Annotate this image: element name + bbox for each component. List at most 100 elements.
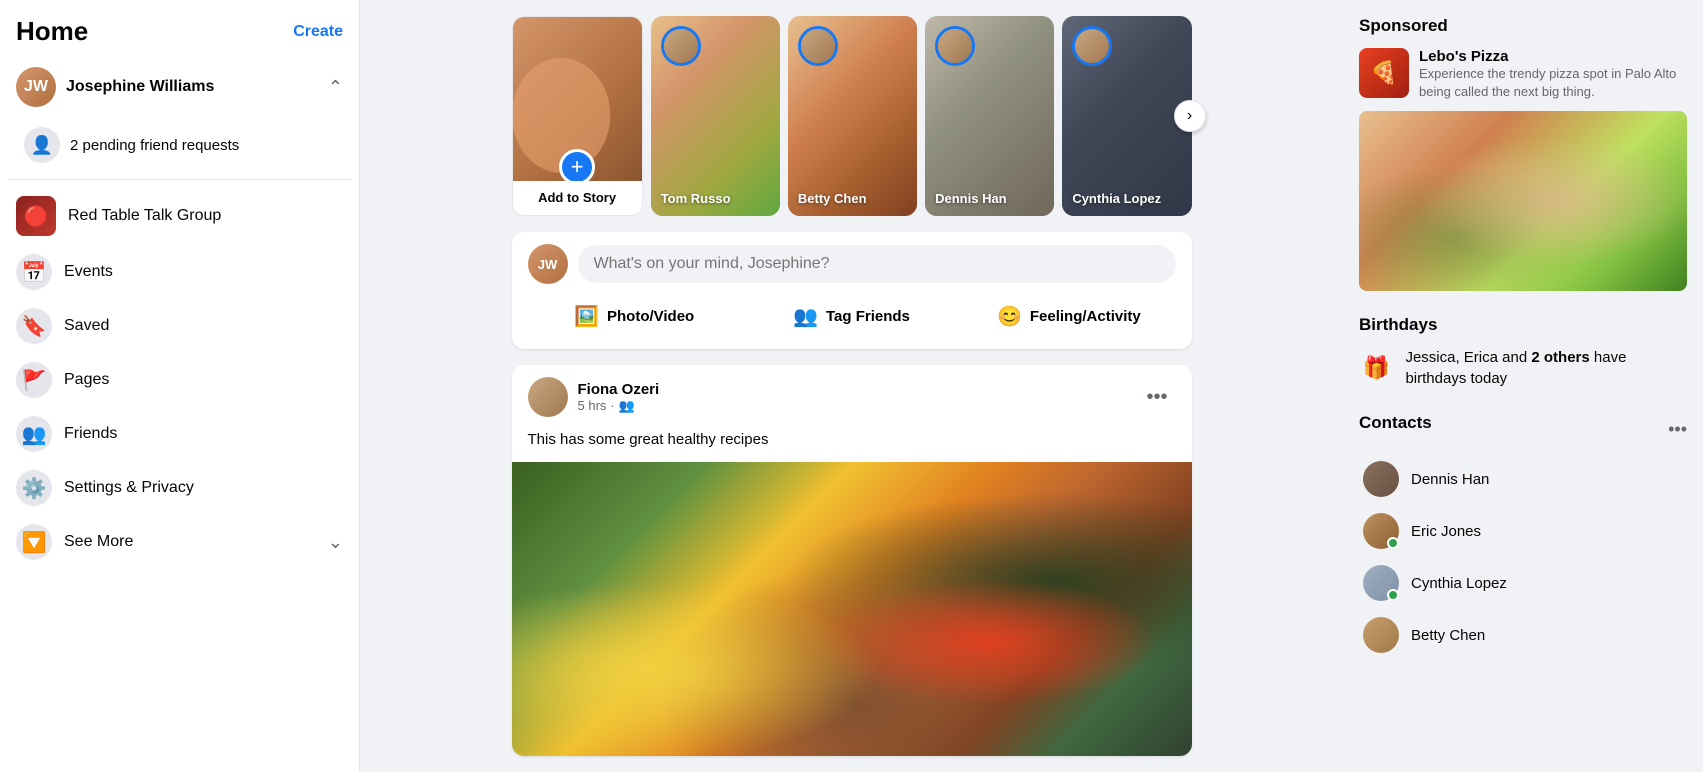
contacts-more-button[interactable]: ••• (1668, 419, 1687, 440)
story-card-dennis-han[interactable]: Dennis Han (925, 16, 1054, 216)
contact-item-betty-chen[interactable]: Betty Chen (1359, 609, 1687, 661)
sponsored-section: Sponsored 🍕 Lebo's Pizza Experience the … (1359, 16, 1687, 291)
contact-item-cynthia-lopez[interactable]: Cynthia Lopez (1359, 557, 1687, 609)
feeling-icon: 😊 (997, 304, 1022, 329)
contact-name: Eric Jones (1411, 523, 1481, 540)
post-author-avatar (528, 377, 568, 417)
audience-icon: 👥 (619, 398, 635, 414)
sidebar-item-label: Events (64, 263, 113, 281)
sidebar-divider (8, 179, 351, 180)
sidebar-user-profile[interactable]: JW Josephine Williams ⌃ (8, 59, 351, 115)
sponsor-logo: 🍕 (1359, 48, 1409, 98)
tag-friends-icon: 👥 (793, 304, 818, 329)
birthday-text: Jessica, Erica and 2 others have birthda… (1405, 347, 1687, 389)
pages-icon: 🚩 (16, 362, 52, 398)
friend-request-icon: 👤 (24, 127, 60, 163)
sidebar-item-friends[interactable]: 👥 Friends (8, 408, 351, 460)
sidebar-item-see-more[interactable]: 🔽 See More ⌄ (8, 516, 351, 568)
story-avatar (935, 26, 975, 66)
contacts-title: Contacts (1359, 413, 1432, 433)
right-sidebar: Sponsored 🍕 Lebo's Pizza Experience the … (1343, 0, 1703, 772)
sidebar-item-label: Pages (64, 371, 109, 389)
tag-friends-button[interactable]: 👥 Tag Friends (745, 296, 958, 337)
sponsor-description: Experience the trendy pizza spot in Palo… (1419, 65, 1687, 101)
stories-container: + Add to Story Tom Russo Betty Chen Denn… (512, 16, 1192, 216)
sidebar-item-label: See More (64, 533, 133, 551)
sidebar-item-label: Settings & Privacy (64, 479, 194, 497)
add-story-image: + (513, 17, 642, 181)
story-avatar (798, 26, 838, 66)
birthdays-section: Birthdays 🎁 Jessica, Erica and 2 others … (1359, 315, 1687, 389)
left-sidebar: Home Create JW Josephine Williams ⌃ 👤 2 … (0, 0, 360, 772)
saved-icon: 🔖 (16, 308, 52, 344)
page-title: Home (16, 16, 88, 47)
sidebar-item-label: Red Table Talk Group (68, 207, 221, 225)
feeling-label: Feeling/Activity (1030, 308, 1141, 325)
see-more-icon: 🔽 (16, 524, 52, 560)
photo-video-label: Photo/Video (607, 308, 694, 325)
feed-post: Fiona Ozeri 5 hrs · 👥 ••• This has some … (512, 365, 1192, 756)
add-story-label: Add to Story (538, 190, 616, 205)
online-indicator (1387, 537, 1399, 549)
friends-icon: 👥 (16, 416, 52, 452)
post-time: 5 hrs · 👥 (578, 398, 660, 414)
sidebar-item-label: Friends (64, 425, 117, 443)
birthday-item: 🎁 Jessica, Erica and 2 others have birth… (1359, 347, 1687, 389)
birthday-icon: 🎁 (1359, 348, 1393, 388)
birthdays-title: Birthdays (1359, 315, 1687, 335)
feeling-activity-button[interactable]: 😊 Feeling/Activity (962, 296, 1175, 337)
story-name: Dennis Han (935, 191, 1044, 206)
photo-video-button[interactable]: 🖼️ Photo/Video (528, 296, 741, 337)
sponsor-name: Lebo's Pizza (1419, 48, 1687, 65)
contact-avatar (1363, 461, 1399, 497)
red-table-icon: 🔴 (16, 196, 56, 236)
add-story-card[interactable]: + Add to Story (512, 16, 643, 216)
tag-friends-label: Tag Friends (826, 308, 910, 325)
contact-avatar (1363, 617, 1399, 653)
user-avatar: JW (16, 67, 56, 107)
sidebar-item-saved[interactable]: 🔖 Saved (8, 300, 351, 352)
main-content: + Add to Story Tom Russo Betty Chen Denn… (360, 0, 1343, 772)
story-avatar (661, 26, 701, 66)
contact-name: Cynthia Lopez (1411, 575, 1507, 592)
online-indicator (1387, 589, 1399, 601)
contact-item-dennis-han[interactable]: Dennis Han (1359, 453, 1687, 505)
stories-next-button[interactable]: › (1174, 100, 1206, 132)
post-input[interactable] (578, 245, 1176, 283)
sidebar-item-pages[interactable]: 🚩 Pages (8, 354, 351, 406)
sponsored-item[interactable]: 🍕 Lebo's Pizza Experience the trendy piz… (1359, 48, 1687, 101)
contact-item-eric-jones[interactable]: Eric Jones (1359, 505, 1687, 557)
post-image (512, 462, 1192, 756)
events-icon: 📅 (16, 254, 52, 290)
chevron-up-icon: ⌃ (328, 77, 343, 98)
sidebar-item-events[interactable]: 📅 Events (8, 246, 351, 298)
story-name: Cynthia Lopez (1072, 191, 1181, 206)
story-name: Betty Chen (798, 191, 907, 206)
post-user-avatar: JW (528, 244, 568, 284)
create-button[interactable]: Create (293, 23, 343, 41)
post-text: This has some great healthy recipes (512, 429, 1192, 462)
sidebar-item-red-table-talk[interactable]: 🔴 Red Table Talk Group (8, 188, 351, 244)
add-story-plus-icon: + (559, 149, 595, 181)
pending-requests-text: 2 pending friend requests (70, 137, 239, 154)
story-name: Tom Russo (661, 191, 770, 206)
story-card-cynthia-lopez[interactable]: Cynthia Lopez (1062, 16, 1191, 216)
photo-video-icon: 🖼️ (574, 304, 599, 329)
sponsor-image[interactable] (1359, 111, 1687, 291)
sidebar-item-settings[interactable]: ⚙️ Settings & Privacy (8, 462, 351, 514)
post-author-name: Fiona Ozeri (578, 381, 660, 398)
story-card-betty-chen[interactable]: Betty Chen (788, 16, 917, 216)
sponsored-title: Sponsored (1359, 16, 1687, 36)
dot-separator: · (610, 398, 614, 413)
post-more-button[interactable]: ••• (1138, 382, 1175, 413)
story-card-tom-russo[interactable]: Tom Russo (651, 16, 780, 216)
sidebar-item-label: Saved (64, 317, 109, 335)
contact-avatar (1363, 565, 1399, 601)
contact-name: Dennis Han (1411, 471, 1489, 488)
pending-friend-requests[interactable]: 👤 2 pending friend requests (8, 119, 351, 171)
contact-name: Betty Chen (1411, 627, 1485, 644)
user-name: Josephine Williams (66, 78, 214, 96)
chevron-down-icon: ⌄ (328, 532, 343, 553)
settings-icon: ⚙️ (16, 470, 52, 506)
sidebar-header: Home Create (8, 12, 351, 59)
